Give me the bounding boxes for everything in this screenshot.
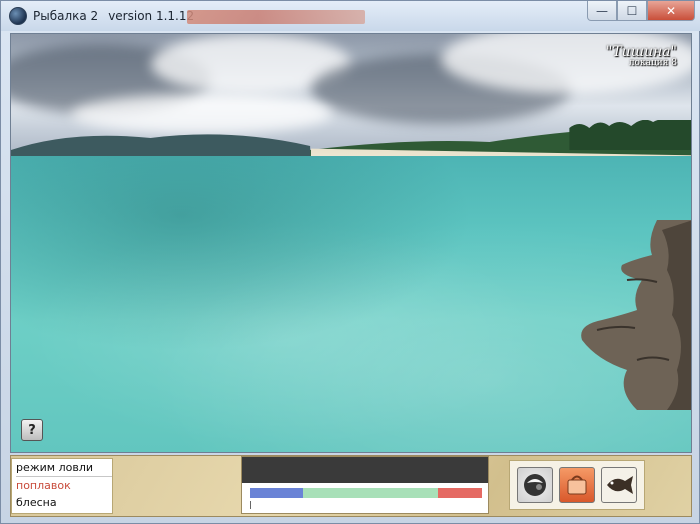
message-bar — [242, 457, 488, 483]
rock-formation — [581, 220, 691, 410]
fishing-scene[interactable]: "Тишина" локация 8 ? — [10, 33, 692, 453]
tool-tray — [509, 460, 645, 510]
bait-tool[interactable] — [517, 467, 553, 503]
help-icon: ? — [28, 422, 36, 438]
minimize-button[interactable]: — — [587, 1, 617, 21]
maximize-button[interactable]: ☐ — [617, 1, 647, 21]
app-version: version 1.1.12 — [108, 9, 195, 23]
fishing-mode-list: режим ловли поплавок блесна — [11, 458, 113, 514]
maximize-icon: ☐ — [626, 3, 638, 18]
tension-segment-blue — [250, 488, 304, 498]
window-controls: — ☐ ✕ — [587, 1, 695, 21]
minimize-icon: — — [596, 3, 608, 18]
bait-icon — [524, 474, 546, 496]
status-display — [241, 456, 489, 514]
game-window: Рыбалка 2 version 1.1.12 — ☐ ✕ "Тишина" … — [0, 0, 700, 524]
tension-marker — [250, 501, 251, 509]
app-globe-icon — [9, 7, 27, 25]
help-button[interactable]: ? — [21, 419, 43, 441]
line-tension-bar — [250, 488, 482, 498]
fish-icon — [607, 476, 633, 494]
control-panel: режим ловли поплавок блесна — [10, 455, 692, 517]
bag-tool[interactable] — [559, 467, 595, 503]
tension-segment-red — [437, 488, 482, 498]
title-bar[interactable]: Рыбалка 2 version 1.1.12 — ☐ ✕ — [1, 1, 700, 31]
app-name: Рыбалка 2 — [33, 9, 99, 23]
title-blurred-region — [187, 10, 365, 24]
mode-spoon[interactable]: блесна — [16, 494, 112, 511]
bag-icon — [567, 475, 587, 495]
close-icon: ✕ — [665, 3, 677, 18]
fishing-mode-header: режим ловли — [16, 459, 112, 477]
location-tag: "Тишина" локация 8 — [606, 44, 677, 68]
close-button[interactable]: ✕ — [647, 1, 695, 21]
window-title: Рыбалка 2 version 1.1.12 — [33, 9, 194, 23]
mode-float[interactable]: поплавок — [16, 477, 112, 494]
fish-tool[interactable] — [601, 467, 637, 503]
tension-segment-green — [303, 488, 438, 498]
